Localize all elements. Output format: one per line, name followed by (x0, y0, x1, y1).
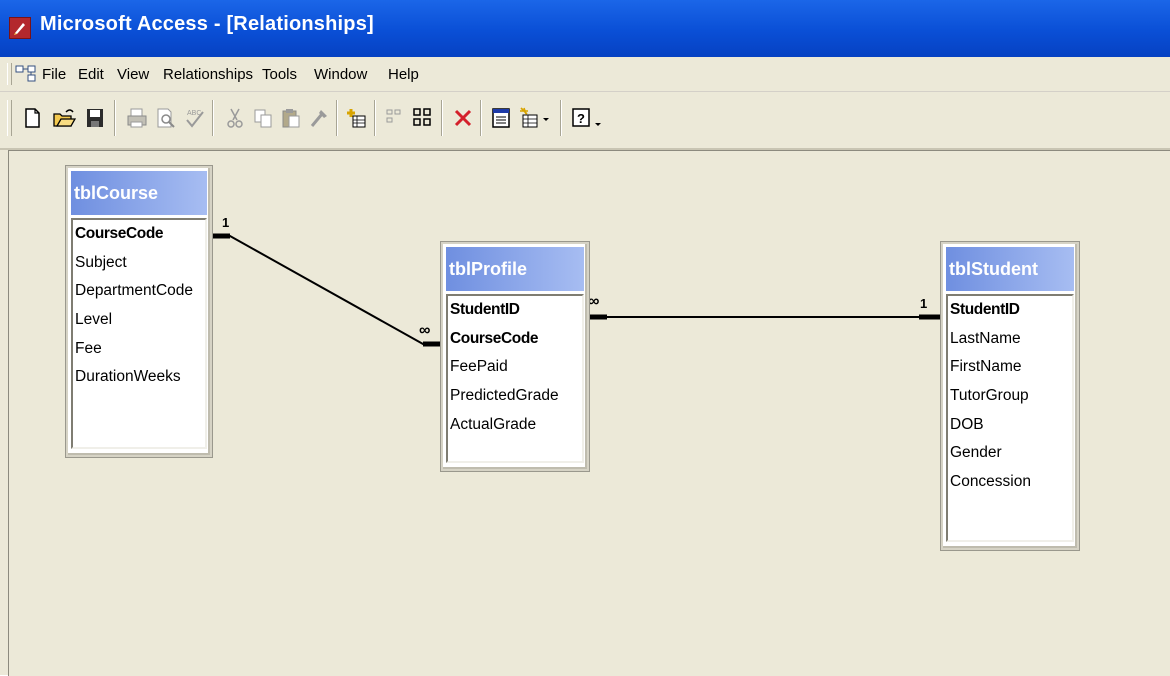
field-item[interactable]: CourseCode (448, 325, 582, 354)
open-icon[interactable] (52, 106, 76, 130)
relationship-many-label: ∞ (419, 322, 431, 339)
menu-file[interactable]: File (42, 66, 66, 83)
field-item[interactable]: Concession (948, 468, 1072, 497)
table-window-profile[interactable]: tblProfile StudentID CourseCode FeePaid … (440, 241, 590, 472)
toolbar-separator (560, 100, 562, 136)
toolbar-separator (212, 100, 214, 136)
menu-relationships[interactable]: Relationships (163, 66, 253, 83)
menu-tools[interactable]: Tools (262, 66, 297, 83)
show-direct-icon[interactable] (384, 106, 406, 130)
print-icon[interactable] (126, 106, 148, 130)
field-item[interactable]: DurationWeeks (73, 363, 205, 392)
toolbar-separator (441, 100, 443, 136)
toolbar: ABC ? (0, 92, 1170, 150)
title-bar[interactable]: Microsoft Access - [Relationships] (0, 0, 1170, 57)
spelling-icon[interactable]: ABC (184, 106, 206, 130)
window-title: Microsoft Access - [Relationships] (40, 13, 374, 35)
svg-text:?: ? (577, 111, 585, 126)
show-all-icon[interactable] (412, 106, 434, 130)
field-item[interactable]: CourseCode (73, 220, 205, 249)
field-item[interactable]: Gender (948, 439, 1072, 468)
field-item[interactable]: FeePaid (448, 353, 582, 382)
field-item[interactable]: DOB (948, 411, 1072, 440)
field-item[interactable]: DepartmentCode (73, 277, 205, 306)
field-item[interactable]: StudentID (448, 296, 582, 325)
table-title[interactable]: tblProfile (446, 247, 584, 291)
toolbar-separator (480, 100, 482, 136)
field-list[interactable]: StudentID CourseCode FeePaid PredictedGr… (446, 294, 584, 463)
field-list[interactable]: StudentID LastName FirstName TutorGroup … (946, 294, 1074, 542)
relationship-one-label: 1 (222, 215, 230, 230)
format-painter-icon[interactable] (308, 106, 330, 130)
save-icon[interactable] (84, 106, 106, 130)
toolbar-grip[interactable] (7, 100, 12, 136)
field-item[interactable]: TutorGroup (948, 382, 1072, 411)
access-window: Microsoft Access - [Relationships] File … (0, 0, 1170, 676)
table-title[interactable]: tblStudent (946, 247, 1074, 291)
paste-icon[interactable] (280, 106, 302, 130)
field-item[interactable]: StudentID (948, 296, 1072, 325)
field-item[interactable]: Subject (73, 249, 205, 278)
help-dropdown-icon[interactable] (593, 106, 605, 130)
menu-view[interactable]: View (117, 66, 149, 83)
relationships-window-icon[interactable] (15, 65, 37, 88)
field-item[interactable]: Level (73, 306, 205, 335)
toolbar-separator (374, 100, 376, 136)
copy-icon[interactable] (252, 106, 274, 130)
relationships-canvas[interactable]: 1 ∞ ∞ 1 tblCourse CourseCode Subject Dep… (8, 150, 1170, 676)
new-object-dropdown-icon[interactable] (541, 106, 553, 130)
table-window-course[interactable]: tblCourse CourseCode Subject DepartmentC… (65, 165, 213, 458)
relationship-one-label: 1 (920, 296, 928, 311)
field-item[interactable]: LastName (948, 325, 1072, 354)
relationship-many-label: ∞ (588, 293, 600, 310)
show-table-icon[interactable] (346, 106, 368, 130)
relationship-line-course-profile[interactable] (208, 235, 441, 345)
access-app-icon[interactable] (9, 17, 31, 39)
field-item[interactable]: Fee (73, 335, 205, 364)
print-preview-icon[interactable] (155, 106, 177, 130)
table-window-student[interactable]: tblStudent StudentID LastName FirstName … (940, 241, 1080, 551)
table-title[interactable]: tblCourse (71, 171, 207, 215)
field-item[interactable]: FirstName (948, 353, 1072, 382)
cut-icon[interactable] (224, 106, 246, 130)
menu-bar: File Edit View Relationships Tools Windo… (0, 57, 1170, 92)
menu-help[interactable]: Help (388, 66, 419, 83)
help-icon[interactable]: ? (570, 106, 592, 130)
new-icon[interactable] (22, 106, 44, 130)
menu-edit[interactable]: Edit (78, 66, 104, 83)
field-item[interactable]: PredictedGrade (448, 382, 582, 411)
toolbar-separator (114, 100, 116, 136)
toolbar-separator (336, 100, 338, 136)
menu-grip[interactable] (7, 63, 12, 85)
properties-icon[interactable] (490, 106, 512, 130)
new-object-icon[interactable] (518, 106, 540, 130)
menu-window[interactable]: Window (314, 66, 367, 83)
field-list[interactable]: CourseCode Subject DepartmentCode Level … (71, 218, 207, 449)
delete-icon[interactable] (452, 106, 474, 130)
field-item[interactable]: ActualGrade (448, 411, 582, 440)
